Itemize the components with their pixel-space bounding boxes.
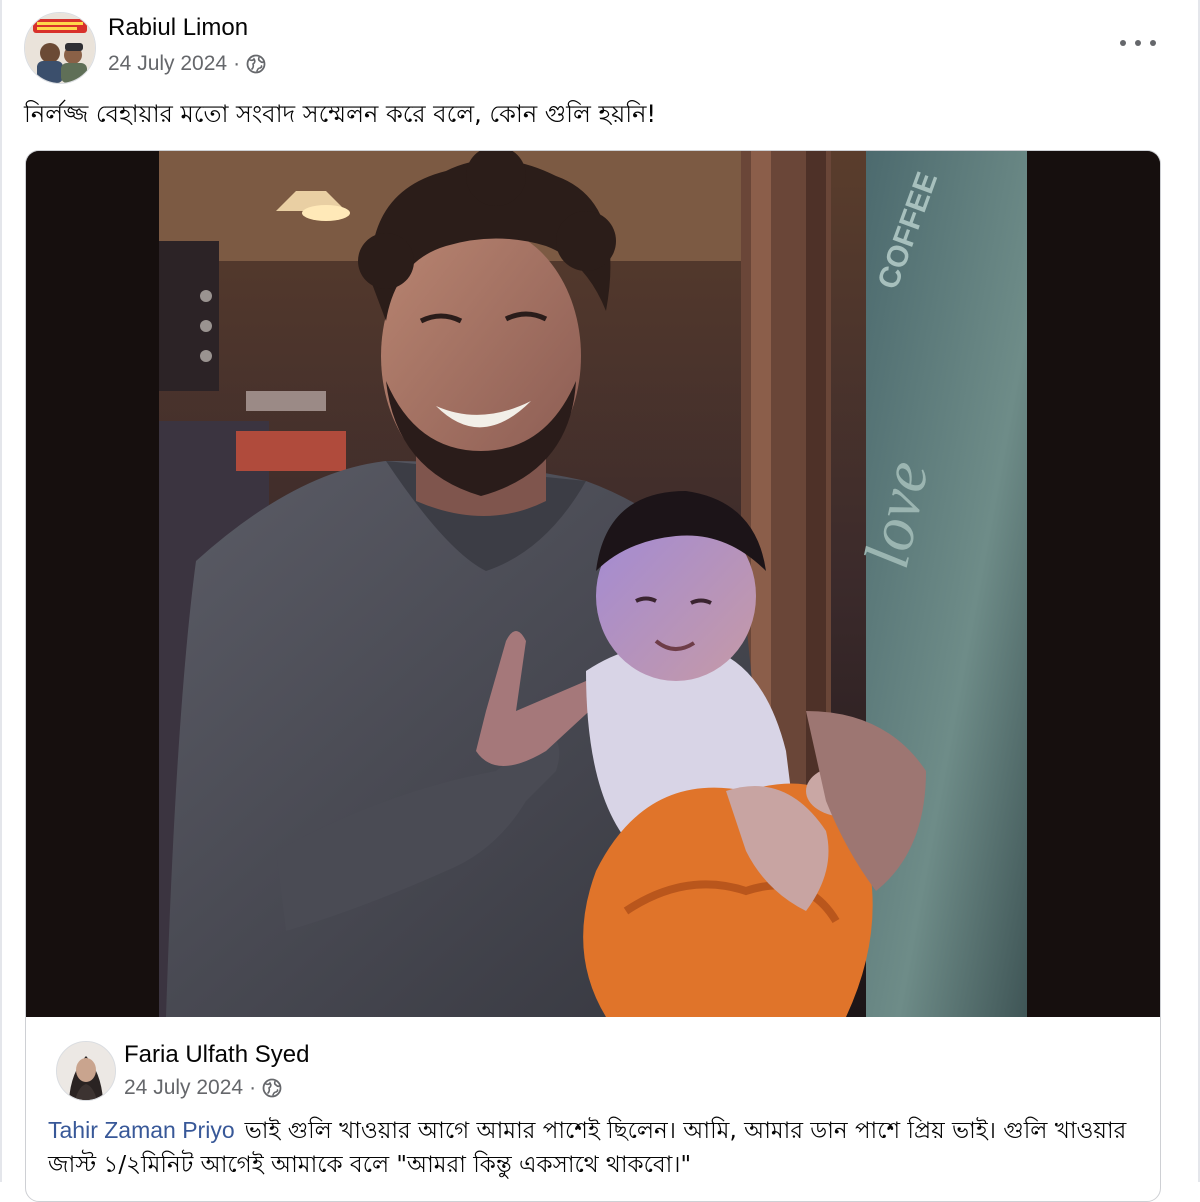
- post-meta: 24 July 2024 ·: [108, 52, 266, 76]
- meta-separator: ·: [233, 52, 241, 75]
- shared-post-date[interactable]: 24 July 2024: [124, 1076, 243, 1100]
- author-name[interactable]: Rabiul Limon: [108, 14, 248, 42]
- more-dot-icon: [1120, 40, 1126, 46]
- meta-separator: ·: [249, 1076, 257, 1099]
- more-dot-icon: [1135, 40, 1141, 46]
- photo-man-holding-baby: COFFEE love: [26, 151, 1160, 1017]
- globe-icon[interactable]: [246, 54, 266, 74]
- shared-post-card[interactable]: COFFEE love Faria Ulfath Syed 24 July 20…: [25, 150, 1161, 1202]
- more-dot-icon: [1150, 40, 1156, 46]
- shared-post-text: Tahir Zaman Priyo ভাই গুলি খাওয়ার আগে আম…: [48, 1113, 1138, 1182]
- shared-post-meta: 24 July 2024 ·: [124, 1076, 282, 1100]
- shared-photo[interactable]: COFFEE love: [26, 151, 1160, 1017]
- author-avatar[interactable]: [24, 12, 96, 84]
- avatar-image: [25, 13, 95, 83]
- more-options-button[interactable]: [1120, 30, 1156, 56]
- mention-link[interactable]: Tahir Zaman Priyo: [48, 1117, 235, 1143]
- post-text: নির্লজ্জ বেহায়ার মতো সংবাদ সম্মেলন করে …: [24, 100, 657, 128]
- page-border-left: [0, 0, 2, 1182]
- globe-icon[interactable]: [262, 1078, 282, 1098]
- avatar-image: [57, 1042, 115, 1100]
- shared-author-avatar[interactable]: [56, 1041, 116, 1101]
- post-date[interactable]: 24 July 2024: [108, 52, 227, 76]
- shared-author-name[interactable]: Faria Ulfath Syed: [124, 1041, 309, 1069]
